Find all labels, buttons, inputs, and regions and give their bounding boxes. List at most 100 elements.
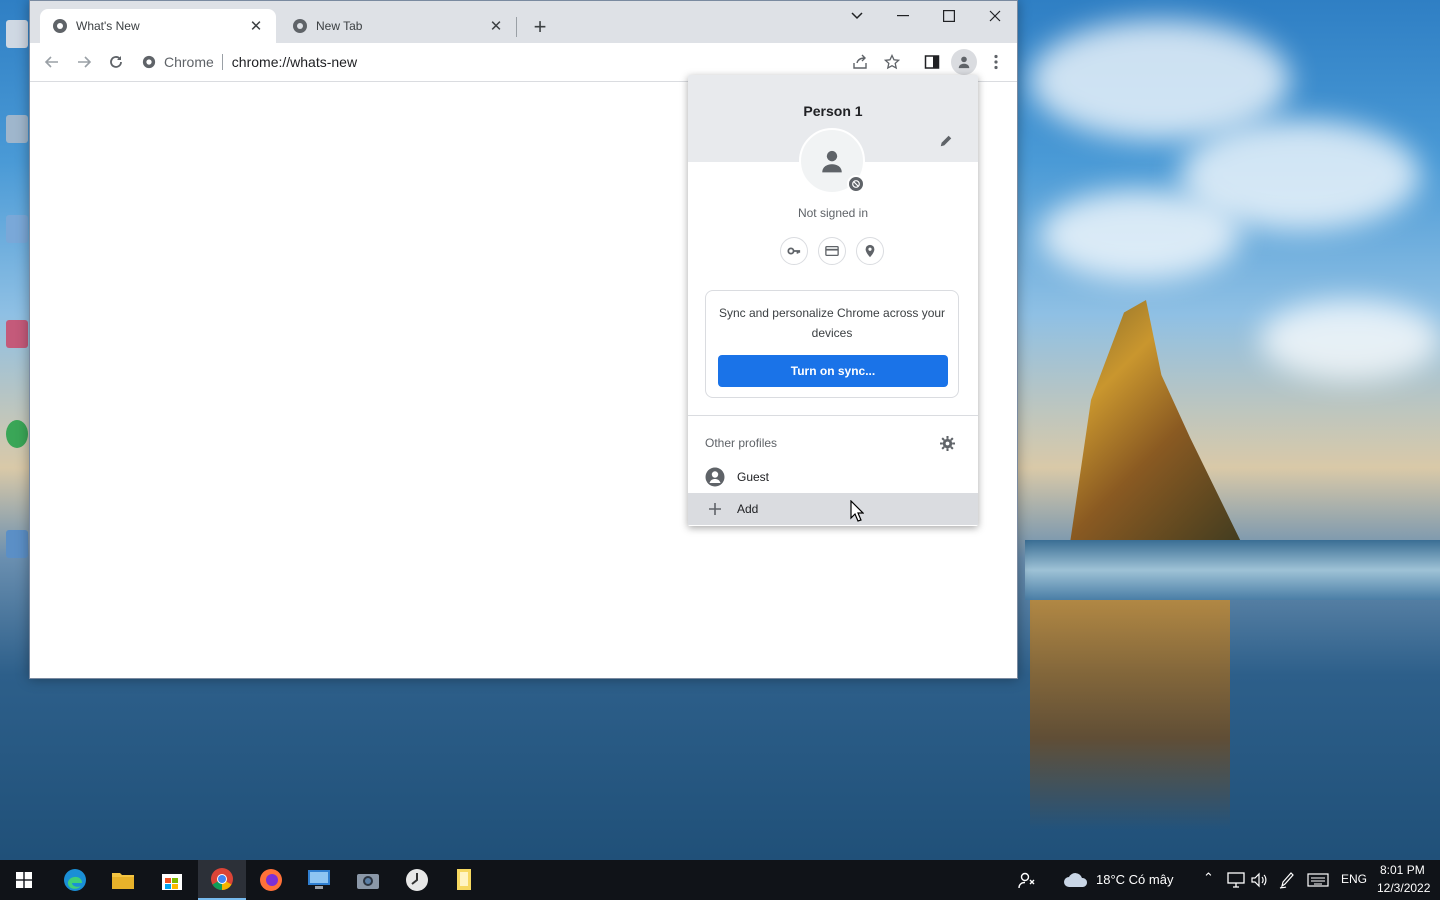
clock-date[interactable]: 12/3/2022 — [1377, 881, 1430, 895]
desktop-icon[interactable] — [0, 215, 30, 275]
taskbar-clock-app[interactable] — [393, 860, 441, 900]
maximize-button[interactable] — [926, 1, 972, 31]
taskbar-file-explorer[interactable] — [99, 860, 147, 900]
chrome-favicon-icon — [53, 19, 67, 33]
show-hidden-icons-button[interactable]: ⌃ — [1203, 870, 1214, 886]
folder-icon — [112, 873, 134, 889]
menu-button[interactable] — [982, 48, 1010, 76]
profile-menu: Person 1 Not signed in Sync and personal… — [688, 75, 978, 526]
store-icon — [162, 874, 182, 890]
taskbar-store[interactable] — [148, 860, 196, 900]
taskbar-camera[interactable] — [344, 860, 392, 900]
add-label: Add — [737, 502, 759, 516]
new-tab-button[interactable]: + — [528, 14, 552, 39]
camera-icon — [357, 874, 379, 889]
edit-profile-button[interactable] — [936, 131, 956, 151]
url-text: chrome://whats-new — [231, 54, 358, 70]
taskbar-remote-desktop[interactable] — [295, 860, 343, 900]
person-icon — [958, 56, 970, 69]
bookmark-button[interactable] — [878, 48, 906, 76]
clock-time[interactable]: 8:01 PM — [1380, 863, 1425, 877]
edge-icon — [64, 869, 86, 891]
divider — [688, 415, 978, 416]
language-indicator[interactable]: ENG — [1341, 872, 1367, 886]
people-icon[interactable] — [1018, 871, 1036, 889]
omnibox[interactable]: Chrome chrome://whats-new — [142, 46, 862, 78]
desktop-icon-chrome[interactable] — [0, 420, 30, 480]
tab-title: New Tab — [316, 19, 363, 33]
arrow-right-icon — [78, 56, 92, 68]
chrome-icon — [142, 55, 156, 69]
sync-promo-text: Sync and personalize Chrome across your … — [718, 306, 946, 340]
pencil-icon — [940, 135, 952, 147]
taskbar-notes-app[interactable] — [441, 860, 489, 900]
tab-new-tab[interactable]: New Tab ✕ — [280, 9, 516, 43]
taskbar-chrome[interactable] — [198, 860, 246, 900]
taskbar-firefox[interactable] — [247, 860, 295, 900]
arrow-left-icon — [44, 56, 58, 68]
back-button[interactable] — [38, 48, 66, 76]
chevron-down-icon — [851, 12, 863, 20]
share-icon — [853, 54, 867, 69]
sign-in-status: Not signed in — [797, 206, 869, 220]
weather-text[interactable]: 18°C Có mây — [1096, 872, 1173, 887]
side-panel-icon — [924, 55, 940, 69]
profile-name: Person 1 — [803, 103, 863, 119]
add-profile-item[interactable]: Add — [688, 493, 978, 525]
person-icon — [822, 150, 842, 173]
maximize-icon — [943, 10, 955, 22]
network-icon[interactable] — [1227, 872, 1245, 888]
desktop-icon-recycle-bin[interactable] — [0, 115, 30, 175]
key-icon — [787, 247, 801, 255]
credit-card-icon — [825, 245, 839, 257]
manage-profiles-button[interactable] — [937, 433, 957, 453]
tab-strip: What's New ✕ New Tab ✕ + — [30, 1, 1017, 43]
start-button[interactable] — [0, 860, 48, 900]
desktop-icon[interactable] — [0, 530, 30, 590]
tab-title: What's New — [76, 19, 140, 33]
sync-paused-badge-icon — [847, 175, 865, 193]
plus-icon — [705, 499, 725, 519]
turn-on-sync-button[interactable]: Turn on sync... — [718, 355, 948, 387]
site-info-chip[interactable]: Chrome — [142, 54, 223, 70]
desktop-icon[interactable] — [0, 320, 30, 380]
location-pin-icon — [865, 244, 875, 258]
share-button[interactable] — [846, 48, 874, 76]
side-panel-button[interactable] — [918, 48, 946, 76]
minimize-icon — [897, 15, 909, 17]
desktop-icon[interactable] — [0, 20, 30, 80]
guest-label: Guest — [737, 470, 770, 484]
cloud-icon — [1064, 873, 1088, 887]
addresses-button[interactable] — [856, 237, 884, 265]
tab-search-button[interactable] — [834, 1, 880, 31]
close-tab-icon[interactable]: ✕ — [488, 18, 504, 35]
guest-profile-item[interactable]: Guest — [688, 461, 978, 493]
chrome-icon — [211, 868, 233, 890]
pen-icon[interactable] — [1279, 871, 1295, 889]
tab-whats-new[interactable]: What's New ✕ — [40, 9, 276, 43]
account-circle-icon — [705, 467, 725, 487]
passwords-button[interactable] — [780, 237, 808, 265]
taskbar: 18°C Có mây ⌃ ENG 8:01 PM 12/3/2022 — [0, 860, 1440, 900]
keyboard-icon[interactable] — [1307, 873, 1329, 887]
reload-button[interactable] — [102, 48, 130, 76]
windows-logo-icon — [16, 872, 32, 888]
minimize-button[interactable] — [880, 1, 926, 31]
payment-methods-button[interactable] — [818, 237, 846, 265]
profile-button[interactable] — [951, 49, 977, 75]
monitor-icon — [308, 870, 330, 889]
close-tab-icon[interactable]: ✕ — [248, 18, 264, 35]
clock-icon — [406, 869, 428, 891]
firefox-icon — [260, 869, 282, 891]
sync-promo-card: Sync and personalize Chrome across your … — [705, 290, 959, 398]
tab-separator — [516, 17, 517, 37]
taskbar-edge[interactable] — [51, 860, 99, 900]
volume-icon[interactable] — [1251, 872, 1267, 888]
mouse-cursor-icon — [850, 500, 864, 522]
note-icon — [457, 869, 471, 890]
close-window-button[interactable] — [972, 1, 1018, 31]
more-vert-icon — [994, 54, 998, 70]
chrome-favicon-icon — [293, 19, 307, 33]
forward-button[interactable] — [70, 48, 98, 76]
close-icon — [989, 10, 1001, 22]
